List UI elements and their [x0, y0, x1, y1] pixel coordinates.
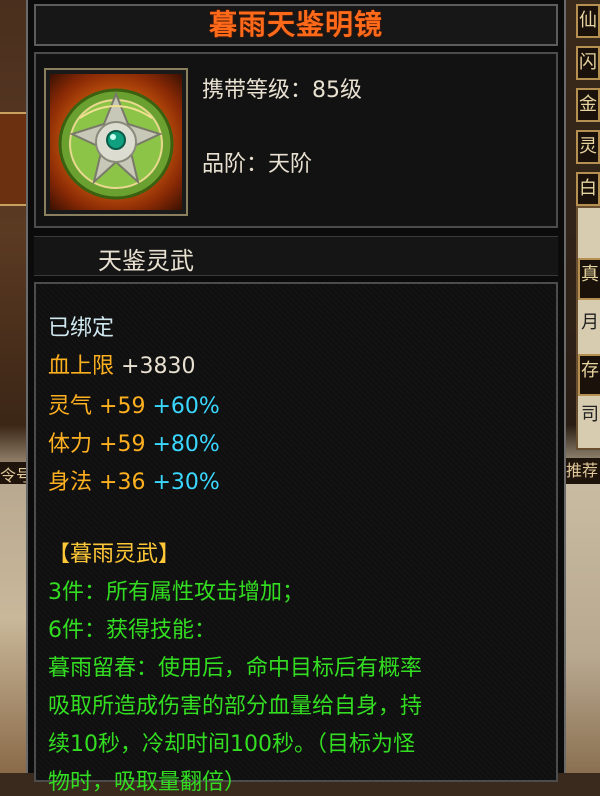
side-panel: 真 月 存 司 [576, 206, 600, 450]
side-tab-3[interactable]: 灵 [576, 130, 600, 164]
side-panel-tab-1[interactable]: 月 [578, 308, 600, 346]
item-category: 天鉴灵武 [98, 247, 194, 275]
set-bonus-3: 3件：所有属性攻击增加； [48, 580, 304, 605]
item-category-bar: 天鉴灵武 [34, 236, 558, 276]
stat-tili-pct: +80% [152, 432, 220, 457]
stat-hp: 血上限 +3830 [48, 348, 195, 380]
side-tab-0[interactable]: 仙 [576, 4, 600, 38]
item-grade-label: 品阶： [202, 152, 269, 177]
set-skill-desc-1: 暮雨留春：使用后，命中目标后有概率 [48, 656, 423, 681]
set-bonus-6: 6件：获得技能： [48, 618, 216, 643]
side-panel-tab-2[interactable]: 存 [578, 354, 600, 396]
background-left-label: 令号 [0, 462, 28, 484]
stat-hp-label: 血上限 [48, 354, 115, 379]
stat-tili: 体力 +59 +80% [48, 426, 220, 458]
bound-status: 已绑定 [48, 316, 115, 341]
background-left: 令号 [0, 0, 28, 773]
stat-lingqi-pct: +60% [152, 394, 220, 419]
side-tab-list: 仙 闪 金 灵 白 [576, 4, 600, 214]
carry-level-value: 85级 [312, 78, 363, 103]
stat-tili-label: 体力 [48, 432, 93, 457]
item-name: 暮雨天鉴明镜 [208, 8, 383, 41]
stat-shenfa-label: 身法 [48, 470, 93, 495]
stat-shenfa-pct: +30% [152, 470, 220, 495]
item-info-panel: 携带等级：85级 品阶：天阶 [34, 52, 558, 228]
set-name: 【暮雨灵武】 [48, 542, 181, 567]
stat-shenfa-value: +36 [99, 470, 146, 495]
item-grade: 品阶：天阶 [202, 146, 312, 178]
stat-tili-value: +59 [99, 432, 146, 457]
skill-slot-icon[interactable] [0, 112, 28, 206]
item-icon-frame[interactable] [44, 68, 188, 216]
side-panel-tab-3[interactable]: 司 [578, 400, 600, 438]
carry-level: 携带等级：85级 [202, 72, 362, 104]
set-skill-desc-3: 续10秒，冷却时间100秒。（目标为怪 [48, 732, 415, 757]
item-tooltip: 暮雨天鉴明镜 携带等级：85级 品阶：天阶 天鉴灵武 已绑定 血上限 +3830… [26, 0, 566, 795]
background-right: 仙 闪 金 灵 白 真 月 存 司 推荐 [566, 0, 600, 773]
side-tab-4[interactable]: 白 [576, 172, 600, 206]
side-tab-2[interactable]: 金 [576, 88, 600, 122]
stat-lingqi-label: 灵气 [48, 394, 93, 419]
side-tab-1[interactable]: 闪 [576, 46, 600, 80]
stat-shenfa: 身法 +36 +30% [48, 464, 220, 496]
set-skill-desc-2: 吸取所造成伤害的部分血量给自身，持 [48, 694, 423, 719]
set-skill-desc-4: 物时，吸取量翻倍） [48, 770, 247, 795]
item-title-bar: 暮雨天鉴明镜 [34, 4, 558, 46]
stat-hp-value: +3830 [121, 354, 196, 379]
item-stats-panel: 已绑定 血上限 +3830 灵气 +59 +60% 体力 +59 +80% 身法… [34, 282, 558, 795]
jade-mirror-icon [58, 88, 174, 200]
item-grade-value: 天阶 [268, 152, 313, 177]
background-right-label: 推荐 [566, 458, 600, 484]
stat-lingqi-value: +59 [99, 394, 146, 419]
carry-level-label: 携带等级： [202, 78, 313, 103]
side-panel-tab-0[interactable]: 真 [578, 258, 600, 300]
stat-lingqi: 灵气 +59 +60% [48, 388, 220, 420]
